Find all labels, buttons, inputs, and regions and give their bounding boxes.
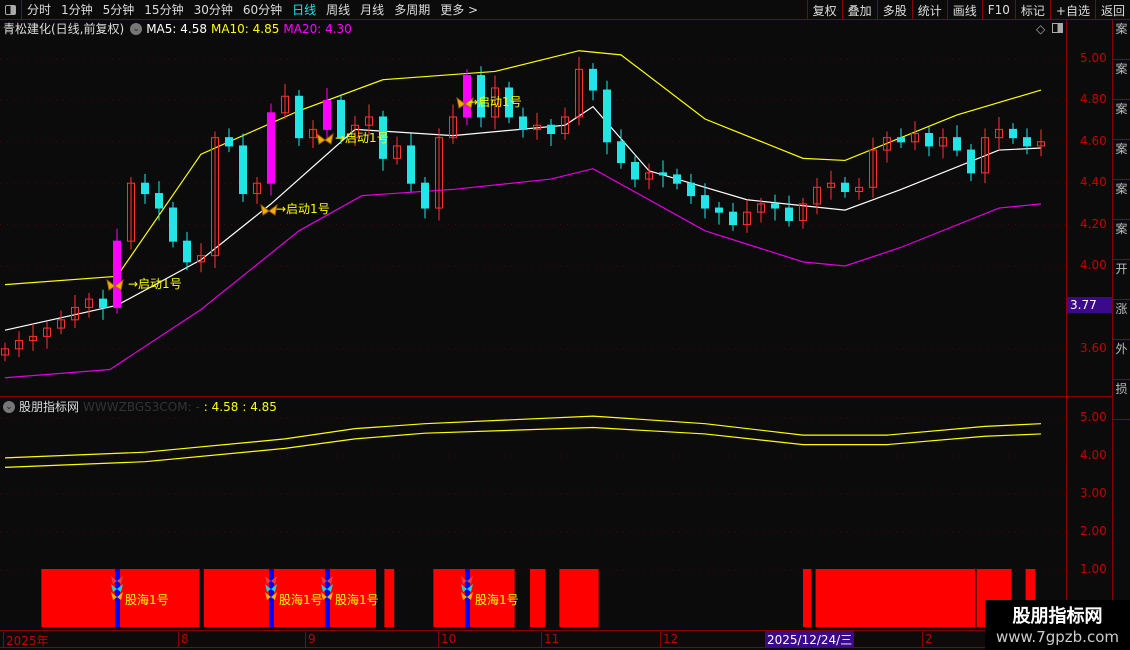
side-tab[interactable]: 案 <box>1113 20 1130 60</box>
sub-signal-label: 股海1号 <box>279 592 323 607</box>
candle-body <box>1023 137 1031 147</box>
butterfly-icon <box>260 203 278 216</box>
current-price-label: 3.77 <box>1067 297 1112 313</box>
candle-body <box>925 133 933 147</box>
cursor-date: 2025/12/24/三 <box>765 631 855 648</box>
watermark-url: www.7gpzb.com <box>996 628 1119 646</box>
mid-band-line <box>4 105 1042 331</box>
candle-body <box>953 137 961 151</box>
watermark: 股朋指标网 www.7gpzb.com <box>985 600 1130 650</box>
signal-block <box>559 569 599 627</box>
candle-body <box>841 182 849 192</box>
side-tab[interactable]: 案 <box>1113 60 1130 100</box>
price-tick: 4.60 <box>1080 133 1107 148</box>
side-tab[interactable]: 案 <box>1113 100 1130 140</box>
candle-body <box>225 137 233 147</box>
candle-body <box>407 145 415 184</box>
side-tab[interactable]: 损 <box>1113 380 1130 420</box>
side-tab[interactable]: 案 <box>1113 220 1130 260</box>
candle-body <box>155 193 163 209</box>
signal-block <box>815 569 976 627</box>
kline-chart[interactable]: →启动1号股海1号 →启动1号股海1号 →启动1号股海1号 →启动1号股海1号 <box>0 0 1130 650</box>
sub-tick: 4.00 <box>1080 448 1107 462</box>
sub-signal-label: 股海1号 <box>475 592 519 607</box>
indicator-value-1: : 4.58 <box>203 399 239 414</box>
indicator-value-2: : 4.85 <box>242 399 277 414</box>
candle-body <box>239 145 247 195</box>
time-tick: 10 <box>438 632 456 648</box>
candle-body <box>323 99 331 130</box>
time-tick: 12 <box>660 632 678 648</box>
side-tab[interactable]: 涨 <box>1113 300 1130 340</box>
sub-signal-label: 股海1号 <box>335 592 379 607</box>
sub-tick: 3.00 <box>1080 486 1107 500</box>
candle-body <box>267 112 275 184</box>
candle-body <box>589 68 597 91</box>
price-tick: 5.00 <box>1080 51 1107 65</box>
candle-body <box>519 116 527 130</box>
chevron-down-icon[interactable]: ⌄ <box>3 400 15 413</box>
candle-body <box>421 182 429 209</box>
candle-body <box>701 195 709 209</box>
time-axis: 2025/12/24/三 2025年 8 9 10 11 12 2 <box>0 630 1113 648</box>
candle-body <box>631 162 639 180</box>
time-tick: 9 <box>305 632 316 648</box>
signal-label: →启动1号 <box>128 277 182 291</box>
sub-line-1 <box>4 415 1042 459</box>
price-tick: 4.80 <box>1080 92 1107 107</box>
price-tick: 4.20 <box>1080 216 1107 231</box>
candle-body <box>897 137 905 143</box>
side-tab[interactable]: 外 <box>1113 340 1130 380</box>
candle-body <box>295 95 303 139</box>
candle-body <box>729 211 737 226</box>
sub-tick: 2.00 <box>1080 524 1107 538</box>
candle-body <box>603 89 611 143</box>
candle-body <box>141 182 149 195</box>
candle-body <box>169 207 177 242</box>
right-tab-strip: 案案案案案案开涨外损 <box>1113 20 1130 630</box>
sub-line-2 <box>4 426 1042 468</box>
candle-body <box>673 174 681 184</box>
candle-body <box>113 240 121 308</box>
indicator-site: WWWZBGS3COM: - <box>83 399 200 414</box>
watermark-name: 股朋指标网 <box>1012 606 1103 627</box>
sub-tick: 5.00 <box>1080 410 1107 424</box>
signal-block <box>803 569 812 627</box>
signal-label: →启动1号 <box>468 95 522 109</box>
price-tick: 3.60 <box>1080 340 1107 355</box>
sub-tick: 1.00 <box>1080 562 1107 576</box>
indicator-title: 股朋指标网 <box>19 400 80 414</box>
candle-body <box>967 149 975 174</box>
pane-divider[interactable] <box>0 396 1113 397</box>
time-tick: 11 <box>541 632 559 648</box>
side-tab[interactable]: 开 <box>1113 260 1130 300</box>
axis-divider <box>1066 20 1067 630</box>
candle-body <box>771 203 779 209</box>
candle-body <box>659 172 667 176</box>
candle-body <box>785 207 793 221</box>
price-tick: 4.00 <box>1080 258 1107 272</box>
candle-body <box>1009 128 1017 139</box>
butterfly-icon <box>316 132 334 145</box>
signal-block <box>530 569 546 627</box>
side-tab[interactable]: 案 <box>1113 180 1130 220</box>
candle-body <box>547 124 555 135</box>
signal-label: →启动1号 <box>276 202 330 216</box>
upper-band-line <box>4 50 1042 286</box>
price-tick: 4.40 <box>1080 175 1107 190</box>
time-tick: 2 <box>922 632 933 648</box>
candle-body <box>99 298 107 308</box>
side-tab[interactable]: 案 <box>1113 140 1130 180</box>
candle-body <box>617 141 625 164</box>
time-tick: 2025年 <box>3 632 49 648</box>
time-tick: 8 <box>178 632 189 648</box>
sub-indicator-header: ⌄ 股朋指标网 WWWZBGS3COM: - : 4.58 : 4.85 <box>3 398 277 415</box>
sub-signal-label: 股海1号 <box>125 592 169 607</box>
signal-label: →启动1号 <box>335 131 389 145</box>
candle-body <box>687 182 695 197</box>
candle-body <box>715 207 723 213</box>
signal-block <box>384 569 395 627</box>
candle-body <box>183 240 191 263</box>
